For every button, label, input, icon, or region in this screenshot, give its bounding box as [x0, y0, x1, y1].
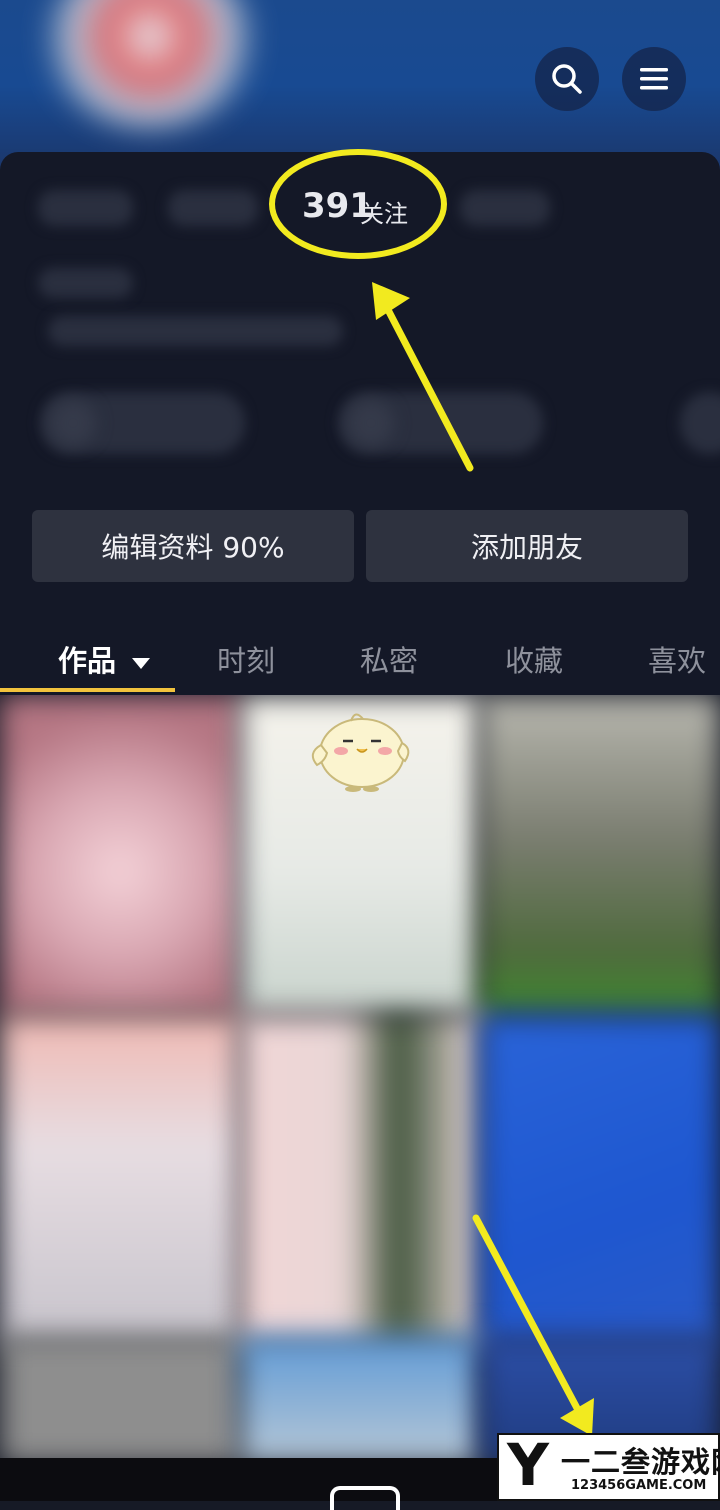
annotation-arrow-down [472, 1214, 582, 1414]
create-button[interactable] [330, 1486, 400, 1510]
annotation-arrow-up [380, 298, 474, 472]
site-watermark: Y 一二叁游戏网 123456GAME.COM [497, 1431, 720, 1501]
watermark-title: 一二叁游戏网 [561, 1445, 720, 1479]
bottom-nav-bar [0, 1458, 497, 1510]
watermark-url: 123456GAME.COM [571, 1478, 707, 1493]
highlight-circle [269, 149, 447, 259]
annotation-overlay [269, 149, 594, 1436]
watermark-logo-letter: Y [507, 1431, 549, 1499]
